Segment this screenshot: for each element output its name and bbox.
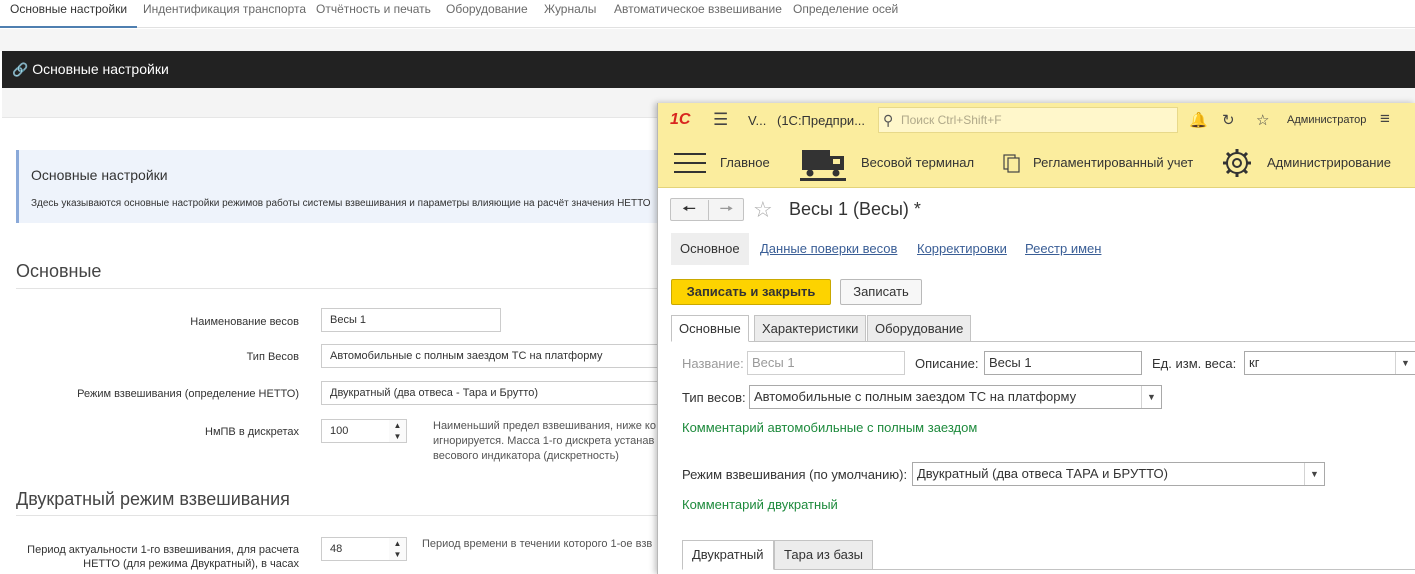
- save-close-button[interactable]: Записать и закрыть: [671, 279, 831, 305]
- page-title: Основные настройки: [32, 61, 169, 77]
- weigh-mode-select[interactable]: Двукратный (два отвеса - Тара и Брутто): [321, 381, 666, 405]
- info-box: Основные настройки Здесь указываются осн…: [16, 150, 676, 223]
- chevron-up-icon[interactable]: ▲: [389, 420, 406, 431]
- onec-titlebar: 1C ☰ V... (1С:Предпри... ⚲ Поиск Ctrl+Sh…: [658, 103, 1415, 138]
- tab-equipment[interactable]: Оборудование: [446, 0, 528, 28]
- nmpv-hint-2: игнорируется. Масса 1-го дискрета устана…: [433, 435, 655, 447]
- save-button[interactable]: Записать: [840, 279, 922, 305]
- unit-value: кг: [1249, 355, 1260, 370]
- unit-select[interactable]: кг ▼: [1244, 351, 1415, 375]
- bottom-tab-tare-db[interactable]: Тара из базы: [774, 540, 874, 570]
- dropdown-arrow-icon[interactable]: ▼: [1395, 352, 1415, 374]
- form-tab-main[interactable]: Основное: [671, 233, 749, 265]
- tab-main-settings[interactable]: Основные настройки: [0, 0, 138, 28]
- form-tab-corrections[interactable]: Корректировки: [917, 233, 1007, 265]
- link-icon: 🔗: [12, 62, 29, 77]
- period-label-2: НЕТТО (для режима Двукратный), в часах: [83, 558, 299, 570]
- mode-comment: Комментарий двукратный: [682, 497, 838, 512]
- unit-label: Ед. изм. веса:: [1152, 356, 1237, 371]
- tab-auto-weighing[interactable]: Автоматическое взвешивание: [614, 0, 782, 28]
- star-icon[interactable]: ☆: [1256, 111, 1269, 129]
- period-hint: Период времени в течении которого 1-ое в…: [422, 538, 653, 550]
- menu-icon[interactable]: ☰: [713, 110, 728, 130]
- nmpv-label: НмПВ в дискретах: [205, 426, 299, 438]
- weigh-mode-label: Режим взвешивания (определение НЕТТО): [77, 388, 299, 400]
- tab-journals[interactable]: Журналы: [544, 0, 596, 28]
- gear-icon[interactable]: [1221, 138, 1255, 188]
- type-comment: Комментарий автомобильные с полным заезд…: [682, 420, 978, 435]
- divider: [16, 515, 666, 516]
- description-label: Описание:: [915, 356, 979, 371]
- chevron-up-icon[interactable]: ▲: [389, 538, 406, 549]
- settings-tabs: Основные настройки Индентификация трансп…: [0, 0, 1415, 28]
- dropdown-arrow-icon[interactable]: ▼: [1141, 386, 1161, 408]
- dropdown-arrow-icon[interactable]: ▼: [1304, 463, 1324, 485]
- form-tab-verification[interactable]: Данные поверки весов: [760, 233, 897, 265]
- hamburger-icon[interactable]: [674, 138, 708, 188]
- period-stepper[interactable]: ▲ ▼: [389, 537, 407, 561]
- section-panel: Главное Весовой терминал Регламентирован…: [658, 138, 1415, 188]
- section-weigh-terminal[interactable]: Весовой терминал: [861, 138, 974, 188]
- scale-type-label: Тип Весов: [246, 351, 299, 363]
- divider: [16, 288, 666, 289]
- period-label-1: Период актуальности 1-го взвешивания, дл…: [27, 544, 299, 556]
- user-name[interactable]: Администратор: [1287, 114, 1366, 126]
- section-main[interactable]: Главное: [720, 138, 770, 188]
- info-description: Здесь указываются основные настройки реж…: [31, 198, 651, 209]
- forward-arrow-icon[interactable]: 🠖: [708, 200, 744, 220]
- name-label: Название:: [682, 356, 744, 371]
- section-administration[interactable]: Администрирование: [1267, 138, 1391, 188]
- favorite-star-icon[interactable]: ☆: [753, 197, 773, 223]
- scale-type-select[interactable]: Автомобильные с полным заездом ТС на пла…: [321, 344, 666, 368]
- onec-logo: 1C: [670, 111, 691, 128]
- tabs-spacer: [0, 29, 1415, 51]
- section-title-double: Двукратный режим взвешивания: [16, 489, 290, 509]
- page-tab-main[interactable]: Основные: [671, 315, 749, 342]
- truck-scale-icon[interactable]: [800, 138, 848, 188]
- period-input[interactable]: 48: [321, 537, 391, 561]
- description-field[interactable]: Весы 1: [984, 351, 1142, 375]
- chevron-down-icon[interactable]: ▼: [389, 549, 406, 560]
- page-header: 🔗 Основные настройки: [2, 51, 1415, 88]
- app-title: (1С:Предпри...: [777, 113, 866, 128]
- nav-buttons: 🠔 🠖: [670, 198, 744, 221]
- type-select[interactable]: Автомобильные с полным заездом ТС на пла…: [749, 385, 1162, 409]
- nmpv-input[interactable]: 100: [321, 419, 391, 443]
- document-icon[interactable]: [1002, 138, 1022, 188]
- onec-window: 1C ☰ V... (1С:Предпри... ⚲ Поиск Ctrl+Sh…: [657, 103, 1415, 574]
- nmpv-hint-1: Наименьший предел взвешивания, ниже ко: [433, 420, 656, 432]
- bottom-tab-double[interactable]: Двукратный: [682, 540, 774, 570]
- scale-name-input[interactable]: Весы 1: [321, 308, 501, 332]
- tab-axles[interactable]: Определение осей: [793, 0, 898, 28]
- mode-value: Двукратный (два отвеса ТАРА и БРУТТО): [917, 466, 1168, 481]
- mode-label: Режим взвешивания (по умолчанию):: [682, 467, 908, 482]
- nmpv-stepper[interactable]: ▲ ▼: [389, 419, 407, 443]
- name-field: Весы 1: [747, 351, 905, 375]
- chevron-down-icon[interactable]: ▼: [389, 431, 406, 442]
- form-title: Весы 1 (Весы) *: [789, 199, 921, 219]
- search-placeholder: Поиск Ctrl+Shift+F: [901, 113, 1002, 127]
- page-tab-equipment[interactable]: Оборудование: [867, 315, 972, 342]
- info-title: Основные настройки: [31, 167, 168, 183]
- mode-select[interactable]: Двукратный (два отвеса ТАРА и БРУТТО) ▼: [912, 462, 1325, 486]
- bell-icon[interactable]: 🔔: [1189, 111, 1208, 129]
- search-icon: ⚲: [883, 112, 894, 128]
- app-title-short: V...: [748, 113, 767, 128]
- scale-name-label: Наименование весов: [190, 316, 299, 328]
- back-arrow-icon[interactable]: 🠔: [671, 200, 707, 220]
- page-tab-characteristics[interactable]: Характеристики: [754, 315, 867, 342]
- section-title-main: Основные: [16, 261, 102, 281]
- settings-menu-icon[interactable]: ≡: [1380, 109, 1390, 129]
- form-tab-name-registry[interactable]: Реестр имен: [1025, 233, 1101, 265]
- search-input[interactable]: ⚲ Поиск Ctrl+Shift+F: [878, 107, 1178, 133]
- type-label: Тип весов:: [682, 390, 746, 405]
- tab-reports-print[interactable]: Отчётность и печать: [316, 0, 431, 28]
- history-icon[interactable]: ↻: [1222, 111, 1235, 129]
- section-regulated-accounting[interactable]: Регламентированный учет: [1033, 138, 1193, 188]
- type-value: Автомобильные с полным заездом ТС на пла…: [754, 389, 1077, 404]
- nmpv-hint-3: весового индикатора (дискретность): [433, 450, 619, 462]
- tab-transport-identification[interactable]: Индентификация транспорта: [143, 0, 306, 28]
